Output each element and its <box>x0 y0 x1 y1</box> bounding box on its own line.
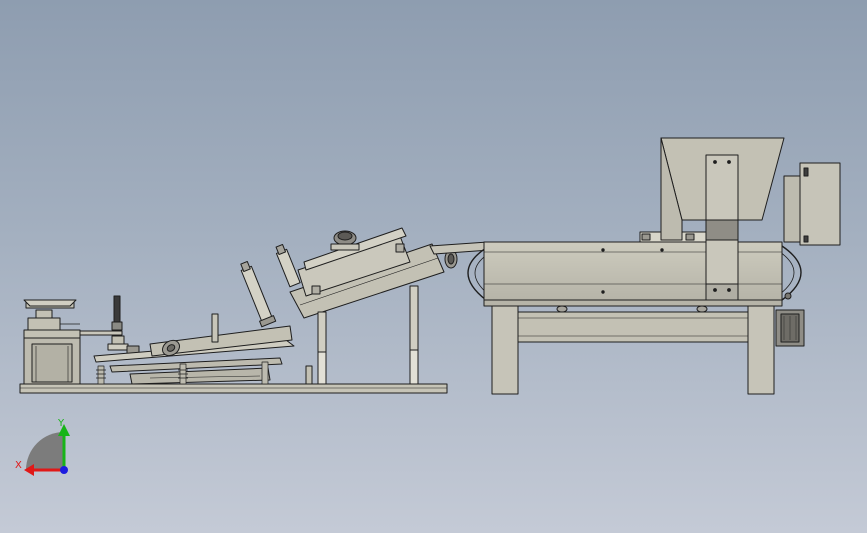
left-base-plate <box>19 383 448 394</box>
tilted-hopper-housing <box>289 227 458 319</box>
y-axis-label: Y <box>57 418 65 429</box>
triad-plane-quadrant <box>26 432 64 470</box>
pneumatic-cylinders <box>240 243 301 328</box>
conveyor-stand <box>491 305 775 395</box>
x-axis-label: X <box>15 460 22 471</box>
left-post-unit <box>23 299 81 385</box>
machine-assembly-drawing: X Y <box>15 137 841 476</box>
clamp-arm <box>79 295 140 355</box>
coordinate-triad: X Y <box>15 418 70 476</box>
cad-viewport[interactable]: X Y <box>0 0 867 533</box>
z-axis-origin <box>60 466 68 474</box>
